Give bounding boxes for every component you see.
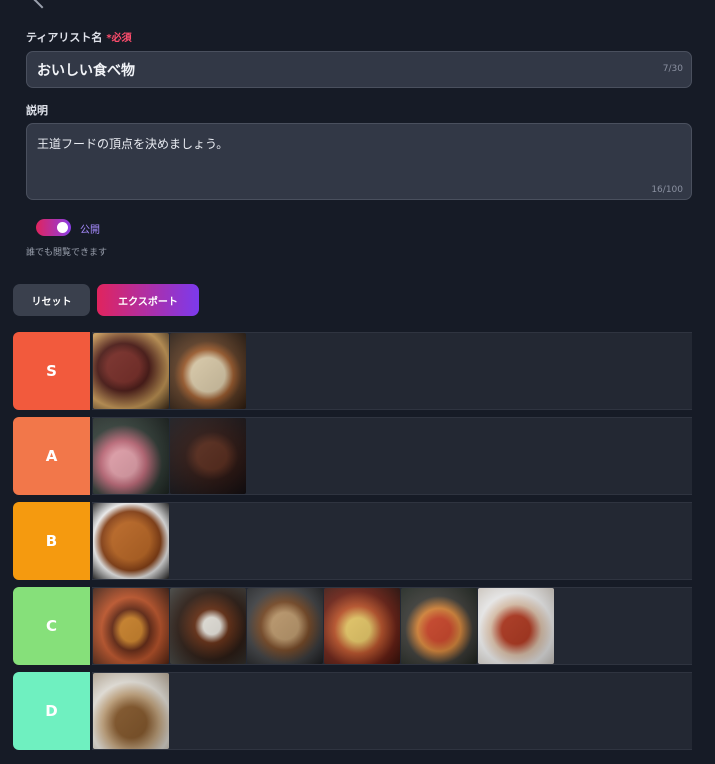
public-toggle-label: 公開	[80, 225, 100, 236]
tierlist-name-value: おいしい食べ物	[37, 62, 135, 79]
reset-button[interactable]: リセット	[13, 284, 90, 316]
required-badge: *必須	[106, 33, 132, 44]
tier-dropzone-c[interactable]	[92, 587, 692, 665]
export-button[interactable]: エクスポート	[97, 284, 199, 316]
name-char-counter: 7/30	[662, 64, 683, 74]
pasta-photo[interactable]	[401, 588, 477, 664]
karaage-photo[interactable]	[93, 503, 169, 579]
curry-rice-photo[interactable]	[170, 588, 246, 664]
tier-dropzone-d[interactable]	[92, 672, 692, 750]
hamburger-photo[interactable]	[93, 588, 169, 664]
tier-row-c: C	[13, 587, 692, 665]
tier-label-b[interactable]: B	[13, 502, 90, 580]
tier-row-b: B	[13, 502, 692, 580]
description-field-label: 説明	[26, 104, 48, 117]
mapo-tofu-photo[interactable]	[478, 588, 554, 664]
natto-photo[interactable]	[93, 673, 169, 749]
cheese-dish-photo[interactable]	[324, 588, 400, 664]
public-toggle[interactable]	[36, 219, 71, 236]
tier-dropzone-s[interactable]	[92, 332, 692, 410]
tier-row-d: D	[13, 672, 692, 750]
name-label-text: ティアリスト名	[26, 31, 103, 44]
name-field-label: ティアリスト名 *必須	[26, 29, 132, 45]
tier-dropzone-b[interactable]	[92, 502, 692, 580]
okonomiyaki-photo[interactable]	[247, 588, 323, 664]
yakiniku-photo[interactable]	[170, 418, 246, 494]
tier-dropzone-a[interactable]	[92, 417, 692, 495]
tier-label-s[interactable]: S	[13, 332, 90, 410]
tier-row-a: A	[13, 417, 692, 495]
toggle-knob	[57, 222, 68, 233]
tier-label-a[interactable]: A	[13, 417, 90, 495]
tier-label-c[interactable]: C	[13, 587, 90, 665]
tierlist-name-input[interactable]: おいしい食べ物 7/30	[26, 51, 692, 88]
description-textarea[interactable]: 王道フードの頂点を決めましょう。 16/100	[26, 123, 692, 200]
ramen-photo[interactable]	[170, 333, 246, 409]
tuna-sushi-photo[interactable]	[93, 418, 169, 494]
steak-photo[interactable]	[93, 333, 169, 409]
back-icon[interactable]	[33, 0, 51, 9]
description-char-counter: 16/100	[651, 185, 683, 195]
description-value: 王道フードの頂点を決めましょう。	[37, 137, 229, 151]
tier-label-d[interactable]: D	[13, 672, 90, 750]
public-hint: 誰でも閲覧できます	[26, 248, 108, 258]
tier-row-s: S	[13, 332, 692, 410]
